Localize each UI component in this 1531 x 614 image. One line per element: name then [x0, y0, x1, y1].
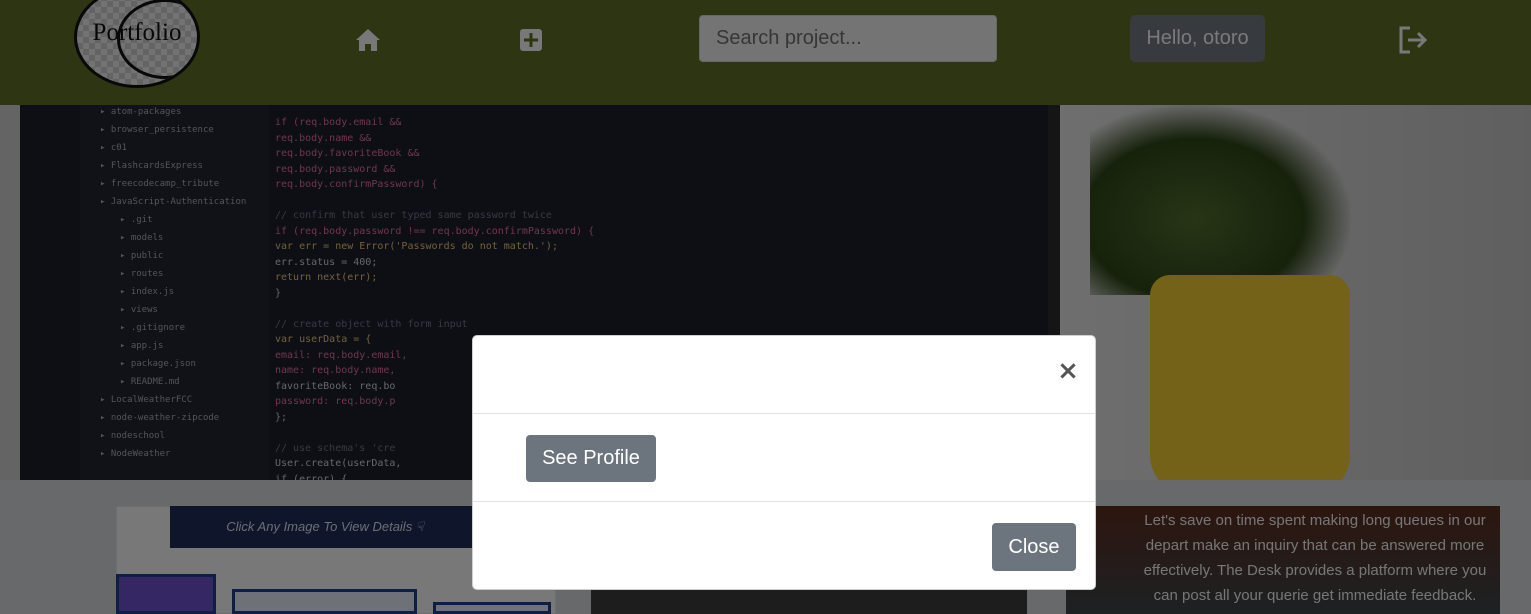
modal-footer: Close — [473, 502, 1095, 590]
modal-header: × — [473, 336, 1095, 414]
close-icon[interactable]: × — [1053, 356, 1083, 386]
close-button[interactable]: Close — [992, 523, 1076, 571]
profile-modal: × See Profile Close — [472, 335, 1096, 590]
modal-body: See Profile — [473, 414, 1095, 502]
see-profile-button[interactable]: See Profile — [526, 435, 656, 482]
